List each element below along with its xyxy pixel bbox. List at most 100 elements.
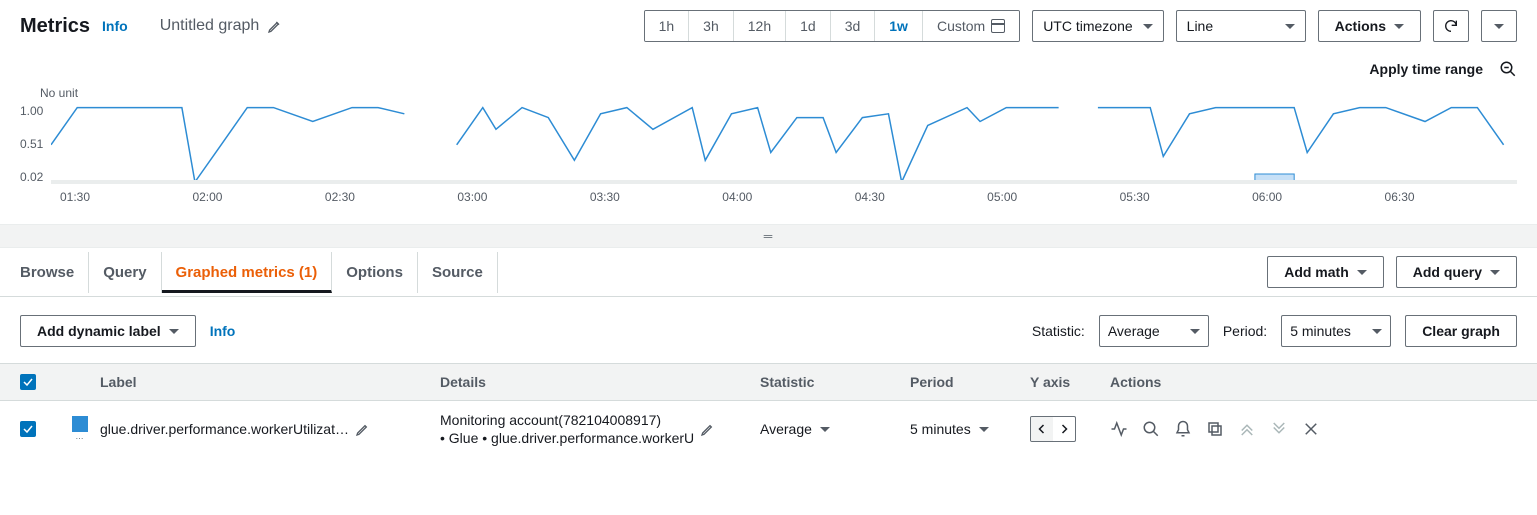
chevron-left-icon — [1036, 423, 1048, 435]
pencil-icon[interactable] — [355, 421, 371, 437]
row-statistic-select[interactable]: Average — [760, 421, 910, 437]
tab-browse[interactable]: Browse — [20, 252, 89, 293]
search-icon[interactable] — [1142, 420, 1160, 438]
add-dynamic-label-button[interactable]: Add dynamic label — [20, 315, 196, 347]
color-swatch[interactable]: ⋯ — [72, 416, 88, 443]
col-header-actions: Actions — [1110, 374, 1517, 390]
header-bar: Metrics Info Untitled graph 1h3h12h1d3d1… — [0, 0, 1537, 52]
col-header-yaxis[interactable]: Y axis — [1030, 374, 1110, 390]
x-tick: 04:30 — [855, 190, 987, 204]
time-range-12h[interactable]: 12h — [734, 11, 786, 41]
add-math-button[interactable]: Add math — [1267, 256, 1384, 288]
col-header-label[interactable]: Label — [100, 374, 440, 390]
check-icon — [22, 376, 34, 388]
actions-button[interactable]: Actions — [1318, 10, 1421, 42]
col-header-statistic[interactable]: Statistic — [760, 374, 910, 390]
tab-query[interactable]: Query — [89, 252, 161, 293]
table-row: ⋯ glue.driver.performance.workerUtilizat… — [0, 401, 1537, 457]
statistic-label: Statistic: — [1032, 323, 1085, 339]
y-tick: 0.51 — [20, 137, 43, 151]
row-period-select[interactable]: 5 minutes — [910, 421, 1030, 437]
caret-down-icon — [169, 329, 179, 334]
x-tick: 03:30 — [590, 190, 722, 204]
caret-down-icon — [1285, 24, 1295, 29]
row-details-line2: • Glue • glue.driver.performance.workerU — [440, 429, 694, 447]
actions-label: Actions — [1335, 18, 1386, 34]
time-range-3h[interactable]: 3h — [689, 11, 734, 41]
add-dynamic-label-text: Add dynamic label — [37, 323, 161, 339]
check-icon — [22, 423, 34, 435]
time-range-3d[interactable]: 3d — [831, 11, 876, 41]
caret-down-icon — [1372, 329, 1382, 334]
x-tick: 01:30 — [60, 190, 192, 204]
period-value: 5 minutes — [1290, 323, 1351, 339]
close-icon[interactable] — [1302, 420, 1320, 438]
graph-title-editable[interactable]: Untitled graph — [160, 17, 284, 35]
col-header-details[interactable]: Details — [440, 374, 760, 390]
pulse-icon[interactable] — [1110, 420, 1128, 438]
graph-title-text: Untitled graph — [160, 17, 260, 35]
tab-options[interactable]: Options — [332, 252, 418, 293]
chart-type-select[interactable]: Line — [1176, 10, 1306, 42]
chart-plot[interactable] — [51, 104, 1517, 184]
resize-handle[interactable]: ═ — [0, 224, 1537, 248]
select-all-checkbox[interactable] — [20, 374, 36, 390]
x-tick: 06:30 — [1385, 190, 1517, 204]
time-range-selector: 1h3h12h1d3d1wCustom — [644, 10, 1021, 42]
x-tick: 05:00 — [987, 190, 1119, 204]
clear-graph-button[interactable]: Clear graph — [1405, 315, 1517, 347]
caret-down-icon — [820, 427, 830, 432]
refresh-dropdown-button[interactable] — [1481, 10, 1517, 42]
copy-icon[interactable] — [1206, 420, 1224, 438]
col-header-period[interactable]: Period — [910, 374, 1030, 390]
move-down-icon[interactable] — [1270, 420, 1288, 438]
add-query-button[interactable]: Add query — [1396, 256, 1517, 288]
yaxis-right-button[interactable] — [1053, 417, 1075, 441]
x-tick: 04:00 — [722, 190, 854, 204]
timezone-select[interactable]: UTC timezone — [1032, 10, 1163, 42]
time-range-1w[interactable]: 1w — [875, 11, 923, 41]
x-tick: 03:00 — [457, 190, 589, 204]
statistic-select[interactable]: Average — [1099, 315, 1209, 347]
move-up-icon[interactable] — [1238, 420, 1256, 438]
refresh-button[interactable] — [1433, 10, 1469, 42]
x-axis-baseline — [51, 180, 1517, 184]
tab-graphed-metrics-1-[interactable]: Graphed metrics (1) — [162, 252, 333, 293]
calendar-icon — [991, 19, 1005, 33]
add-math-label: Add math — [1284, 264, 1349, 280]
yaxis-toggle — [1030, 416, 1076, 442]
period-select[interactable]: 5 minutes — [1281, 315, 1391, 347]
clear-graph-label: Clear graph — [1422, 323, 1500, 339]
period-label: Period: — [1223, 323, 1267, 339]
bell-icon[interactable] — [1174, 420, 1192, 438]
time-range-1h[interactable]: 1h — [645, 11, 690, 41]
time-range-custom[interactable]: Custom — [923, 11, 1019, 41]
apply-time-range-link[interactable]: Apply time range — [1369, 61, 1483, 77]
info-link[interactable]: Info — [210, 323, 236, 339]
zoom-out-icon[interactable] — [1499, 60, 1517, 78]
tabs-row: BrowseQueryGraphed metrics (1)OptionsSou… — [0, 248, 1537, 297]
x-tick: 02:30 — [325, 190, 457, 204]
caret-down-icon — [1490, 270, 1500, 275]
info-link[interactable]: Info — [102, 18, 128, 34]
caret-down-icon — [1357, 270, 1367, 275]
refresh-icon — [1443, 18, 1459, 34]
caret-down-icon — [1494, 24, 1504, 29]
tab-source[interactable]: Source — [418, 252, 498, 293]
row-checkbox[interactable] — [20, 421, 36, 437]
time-range-1d[interactable]: 1d — [786, 11, 831, 41]
caret-down-icon — [1394, 24, 1404, 29]
page-title: Metrics — [20, 15, 90, 38]
yaxis-left-button[interactable] — [1031, 417, 1053, 441]
row-label: glue.driver.performance.workerUtilizat… — [100, 421, 349, 437]
x-axis: 01:3002:0002:3003:0003:3004:0004:3005:00… — [60, 184, 1517, 204]
timezone-label: UTC timezone — [1043, 18, 1132, 34]
pencil-icon[interactable] — [700, 421, 716, 437]
chart-type-label: Line — [1187, 18, 1213, 34]
x-tick: 05:30 — [1120, 190, 1252, 204]
controls-row: Add dynamic label Info Statistic: Averag… — [0, 315, 1537, 363]
x-tick: 06:00 — [1252, 190, 1384, 204]
chart-line — [457, 108, 1059, 182]
chart-line — [51, 108, 404, 182]
chevron-right-icon — [1058, 423, 1070, 435]
